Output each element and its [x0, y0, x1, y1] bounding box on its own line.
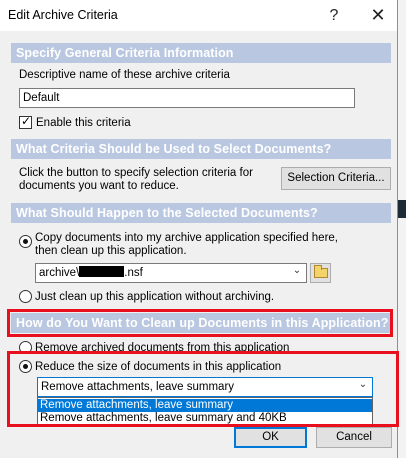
copy-to-archive-radio[interactable]: [19, 235, 32, 248]
cancel-button[interactable]: Cancel: [316, 427, 392, 448]
name-label: Descriptive name of these archive criter…: [19, 69, 230, 81]
highlight-cleanup-header: [7, 309, 393, 337]
edit-archive-criteria-dialog: Edit Archive Criteria ? ✕ Specify Genera…: [0, 0, 399, 458]
copy-archive-line1: Copy documents into my archive applicati…: [35, 232, 338, 244]
clean-only-radio[interactable]: [19, 290, 32, 303]
enable-criteria-checkbox[interactable]: ✓: [19, 114, 32, 129]
help-button[interactable]: ?: [312, 0, 356, 31]
background-window: [398, 0, 406, 458]
criteria-name-input[interactable]: Default: [19, 88, 355, 108]
window-title: Edit Archive Criteria: [8, 8, 118, 22]
select-desc-line2: documents you want to reduce.: [19, 180, 179, 192]
folder-icon: [314, 265, 328, 278]
selection-criteria-button[interactable]: Selection Criteria...: [281, 167, 391, 190]
section-header-happen: What Should Happen to the Selected Docum…: [11, 203, 391, 223]
copy-archive-line2: then clean up this application.: [35, 245, 187, 257]
ok-button[interactable]: OK: [234, 427, 307, 448]
close-button[interactable]: ✕: [356, 0, 400, 31]
title-bar: Edit Archive Criteria ? ✕: [0, 0, 397, 31]
clean-only-label: Just clean up this application without a…: [35, 291, 275, 303]
archive-path-combo[interactable]: archive\ .nsf ⌄: [35, 263, 307, 283]
browse-folder-button[interactable]: [310, 263, 331, 283]
archive-path-prefix: archive\: [39, 267, 80, 279]
checkmark-icon: ✓: [21, 114, 32, 128]
archive-path-suffix: .nsf: [124, 267, 143, 279]
enable-criteria-label: Enable this criteria: [36, 117, 131, 129]
highlight-reduce-options: [7, 351, 399, 427]
section-header-select: What Criteria Should be Used to Select D…: [11, 139, 391, 159]
select-desc-line1: Click the button to specify selection cr…: [19, 167, 253, 179]
chevron-down-icon: ⌄: [292, 265, 302, 276]
section-header-general: Specify General Criteria Information: [11, 43, 391, 63]
redacted-filename: [79, 266, 125, 277]
